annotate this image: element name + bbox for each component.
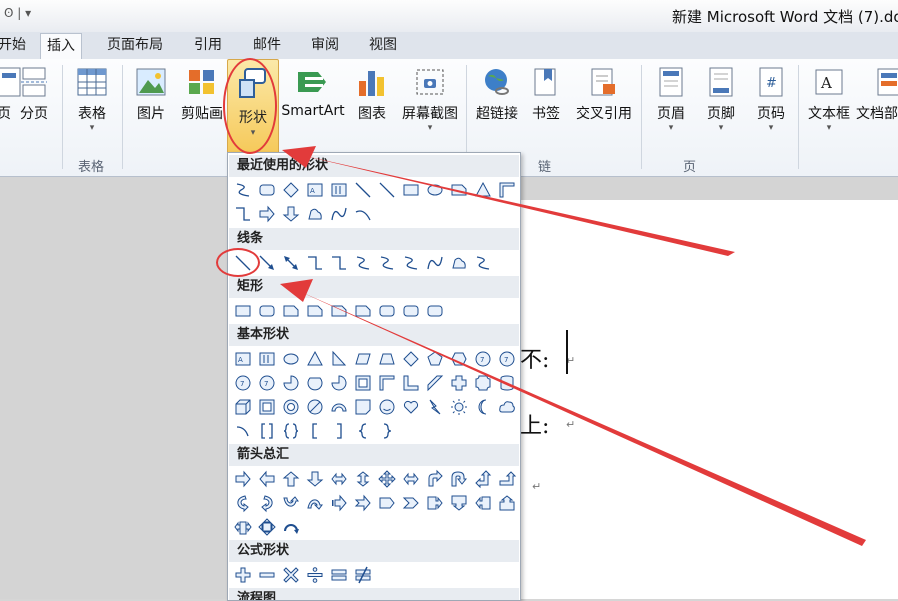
annotation-arrow-head xyxy=(280,279,313,302)
annotation-arrow-head xyxy=(282,146,316,168)
annotation-arrow-shaft xyxy=(292,288,866,546)
annotation-arrow-shaft xyxy=(292,153,735,256)
annotation-arrows xyxy=(280,146,866,546)
